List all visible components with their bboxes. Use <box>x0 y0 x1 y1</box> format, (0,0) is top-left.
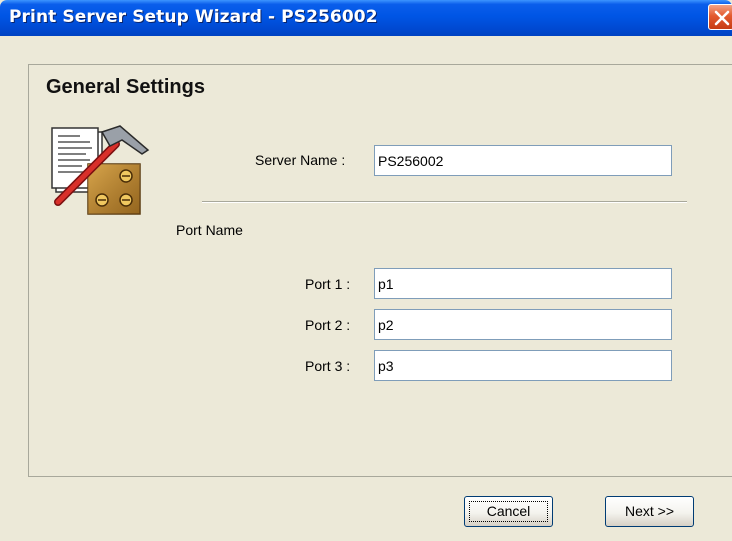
port-3-label: Port 3 : <box>305 358 351 374</box>
cancel-button-label: Cancel <box>486 503 531 519</box>
next-button-label: Next >> <box>624 503 675 519</box>
cancel-button[interactable]: Cancel <box>464 496 553 527</box>
wizard-tools-icon <box>51 125 150 215</box>
wizard-window: Print Server Setup Wizard - PS256002 Gen… <box>0 0 732 541</box>
port-2-field[interactable] <box>374 309 672 340</box>
next-button[interactable]: Next >> <box>605 496 694 527</box>
port-name-section-label: Port Name <box>176 222 243 238</box>
close-button[interactable] <box>708 4 732 30</box>
page-title: General Settings <box>46 76 205 98</box>
divider <box>202 201 687 203</box>
close-icon <box>714 10 730 26</box>
port-1-label: Port 1 : <box>305 276 351 292</box>
port-2-label: Port 2 : <box>305 317 351 333</box>
server-name-field[interactable] <box>374 145 672 176</box>
port-1-field[interactable] <box>374 268 672 299</box>
title-bar[interactable]: Print Server Setup Wizard - PS256002 <box>0 0 732 36</box>
server-name-label: Server Name : <box>255 152 346 168</box>
port-3-field[interactable] <box>374 350 672 381</box>
window-title: Print Server Setup Wizard - PS256002 <box>9 7 378 27</box>
